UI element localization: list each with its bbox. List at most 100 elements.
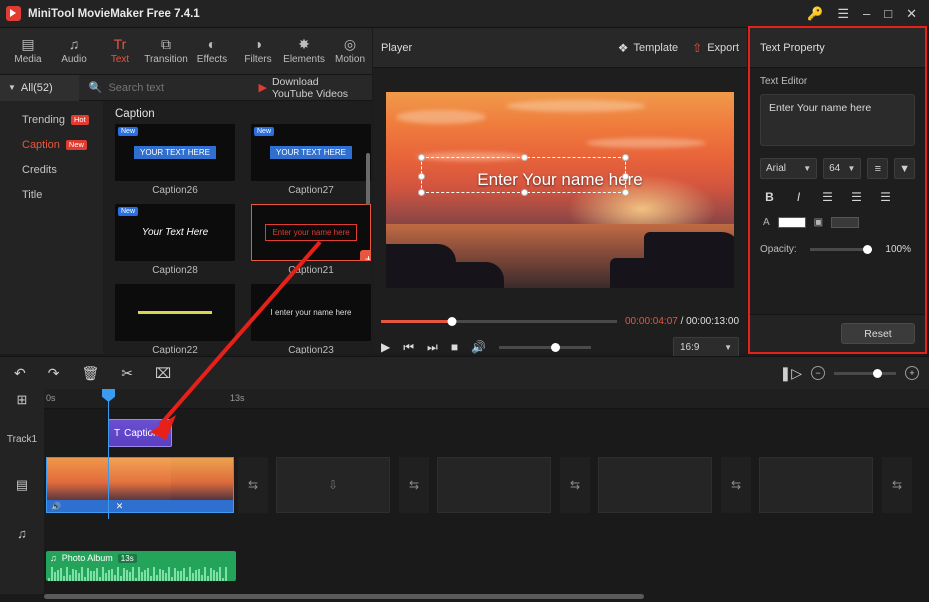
hamburger-menu-icon[interactable]: ☰	[837, 7, 849, 20]
close-button[interactable]: ✕	[906, 7, 917, 20]
template-thumbnail[interactable]: New YOUR TEXT HERE	[115, 124, 235, 181]
zoom-in-button[interactable]: +	[905, 366, 919, 380]
toolbar-item-motion[interactable]: ◎ Motion	[328, 29, 372, 73]
align-right-button[interactable]: ☰	[879, 190, 892, 204]
audio-track-icon[interactable]: ♫	[0, 513, 44, 553]
text-selection-box[interactable]	[418, 154, 629, 196]
font-family-select[interactable]: Arial ▼	[760, 158, 818, 179]
video-preview[interactable]: Enter Your name here	[386, 92, 734, 288]
playhead[interactable]	[102, 389, 115, 519]
opacity-knob[interactable]	[863, 245, 872, 254]
outline-color-swatch[interactable]	[831, 217, 860, 228]
add-to-timeline-button[interactable]: +	[360, 250, 370, 260]
template-item[interactable]: I enter your name here Caption23	[251, 284, 371, 354]
template-item[interactable]: New Your Text Here Caption28	[115, 204, 235, 278]
resize-handle[interactable]	[418, 189, 425, 196]
library-scrollbar[interactable]	[366, 153, 370, 205]
resize-handle[interactable]	[622, 173, 629, 180]
music-clip[interactable]: ♫ Photo Album 13s	[46, 551, 236, 581]
sidebar-item-trending[interactable]: Trending Hot	[0, 107, 103, 132]
next-frame-button[interactable]: ⏭	[427, 340, 438, 355]
volume-knob[interactable]	[550, 342, 560, 352]
fit-timeline-icon[interactable]: ❚▷	[780, 365, 803, 382]
bold-button[interactable]: B	[763, 190, 776, 204]
video-clip[interactable]: 🔊 ✕	[46, 457, 234, 513]
resize-handle[interactable]	[622, 189, 629, 196]
aspect-ratio-select[interactable]: 16:9 ▼	[673, 337, 739, 357]
transition-slot[interactable]: ⇆	[882, 457, 912, 513]
split-button[interactable]: ✂	[121, 365, 133, 382]
template-thumbnail[interactable]: Enter your name here +	[251, 204, 371, 261]
progress-slider[interactable]	[381, 316, 617, 326]
empty-media-slot[interactable]	[437, 457, 551, 513]
timeline-horizontal-scrollbar[interactable]	[44, 594, 644, 599]
template-item[interactable]: Caption22	[115, 284, 235, 354]
zoom-slider[interactable]	[834, 368, 896, 378]
align-center-button[interactable]: ☰	[850, 190, 863, 204]
template-thumbnail[interactable]: New Your Text Here	[115, 204, 235, 261]
template-thumbnail[interactable]: I enter your name here	[251, 284, 371, 341]
previous-frame-button[interactable]: ⏮	[403, 340, 414, 355]
toolbar-item-media[interactable]: ▤ Media	[6, 29, 50, 73]
line-spacing-icon[interactable]: ≡	[867, 158, 889, 179]
toolbar-item-transition[interactable]: ⧉ Transition	[144, 29, 188, 73]
download-youtube-button[interactable]: ▶ Download YouTube Videos	[258, 76, 362, 100]
template-item[interactable]: New YOUR TEXT HERE Caption26	[115, 124, 235, 198]
zoom-out-button[interactable]: −	[811, 366, 825, 380]
italic-button[interactable]: I	[792, 190, 805, 204]
template-thumbnail[interactable]: New YOUR TEXT HERE	[251, 124, 371, 181]
crop-button[interactable]: ⌧	[155, 365, 171, 382]
timeline-ruler[interactable]: 0s 13s	[44, 389, 929, 409]
empty-media-slot[interactable]: ⇩	[276, 457, 390, 513]
undo-button[interactable]: ↶	[14, 365, 26, 382]
resize-handle[interactable]	[418, 154, 425, 161]
play-button[interactable]: ▶	[381, 340, 390, 354]
transition-slot[interactable]: ⇆	[399, 457, 429, 513]
opacity-slider[interactable]	[810, 245, 872, 254]
align-left-button[interactable]: ☰	[821, 190, 834, 204]
text-clip[interactable]: T Caption2	[108, 419, 172, 447]
resize-handle[interactable]	[418, 173, 425, 180]
transition-slot[interactable]: ⇆	[721, 457, 751, 513]
sidebar-item-caption[interactable]: Caption New	[0, 132, 103, 157]
add-media-icon[interactable]: ⊞	[0, 389, 44, 411]
library-all-filter[interactable]: ▼ All(52)	[0, 74, 79, 101]
template-button[interactable]: ❖ Template	[618, 41, 678, 55]
clip-close-icon[interactable]: ✕	[113, 500, 126, 512]
resize-handle[interactable]	[521, 189, 528, 196]
export-button[interactable]: ⇧ Export	[692, 41, 739, 55]
sidebar-item-credits[interactable]: Credits	[0, 157, 103, 182]
chevron-down-icon[interactable]: ▼	[894, 158, 916, 179]
toolbar-item-text[interactable]: Tr Text	[98, 29, 142, 73]
empty-media-slot[interactable]	[598, 457, 712, 513]
key-icon[interactable]: 🔑	[807, 7, 823, 20]
text-color-swatch[interactable]	[777, 217, 806, 228]
template-item-selected[interactable]: Enter your name here + Caption21	[251, 204, 371, 278]
transition-slot[interactable]: ⇆	[560, 457, 590, 513]
template-thumbnail[interactable]	[115, 284, 235, 341]
toolbar-item-effects[interactable]: ◐ Effects	[190, 29, 234, 73]
delete-button[interactable]: 🗑	[81, 365, 99, 382]
reset-button[interactable]: Reset	[841, 323, 915, 344]
toolbar-item-audio[interactable]: ♫ Audio	[52, 29, 96, 73]
empty-media-slot[interactable]	[759, 457, 873, 513]
transition-slot[interactable]: ⇆	[238, 457, 268, 513]
zoom-knob[interactable]	[873, 368, 883, 378]
toolbar-item-filters[interactable]: ◑ Filters	[236, 29, 280, 73]
volume-slider[interactable]	[499, 342, 592, 352]
maximize-button[interactable]: □	[884, 7, 892, 20]
redo-button[interactable]: ↷	[48, 365, 60, 382]
resize-handle[interactable]	[622, 154, 629, 161]
library-search[interactable]: 🔍	[79, 81, 259, 94]
video-track-icon[interactable]: ▤	[0, 457, 44, 513]
font-size-select[interactable]: 64 ▼	[823, 158, 862, 179]
volume-icon[interactable]: 🔊	[471, 340, 486, 354]
text-editor-input[interactable]	[760, 94, 915, 146]
search-input[interactable]	[108, 81, 259, 94]
minimize-button[interactable]: –	[863, 7, 870, 20]
resize-handle[interactable]	[521, 154, 528, 161]
toolbar-item-elements[interactable]: ✸ Elements	[282, 29, 326, 73]
sidebar-item-title[interactable]: Title	[0, 182, 103, 207]
stop-button[interactable]: ■	[451, 340, 458, 354]
clip-volume-icon[interactable]: 🔊	[51, 502, 61, 511]
